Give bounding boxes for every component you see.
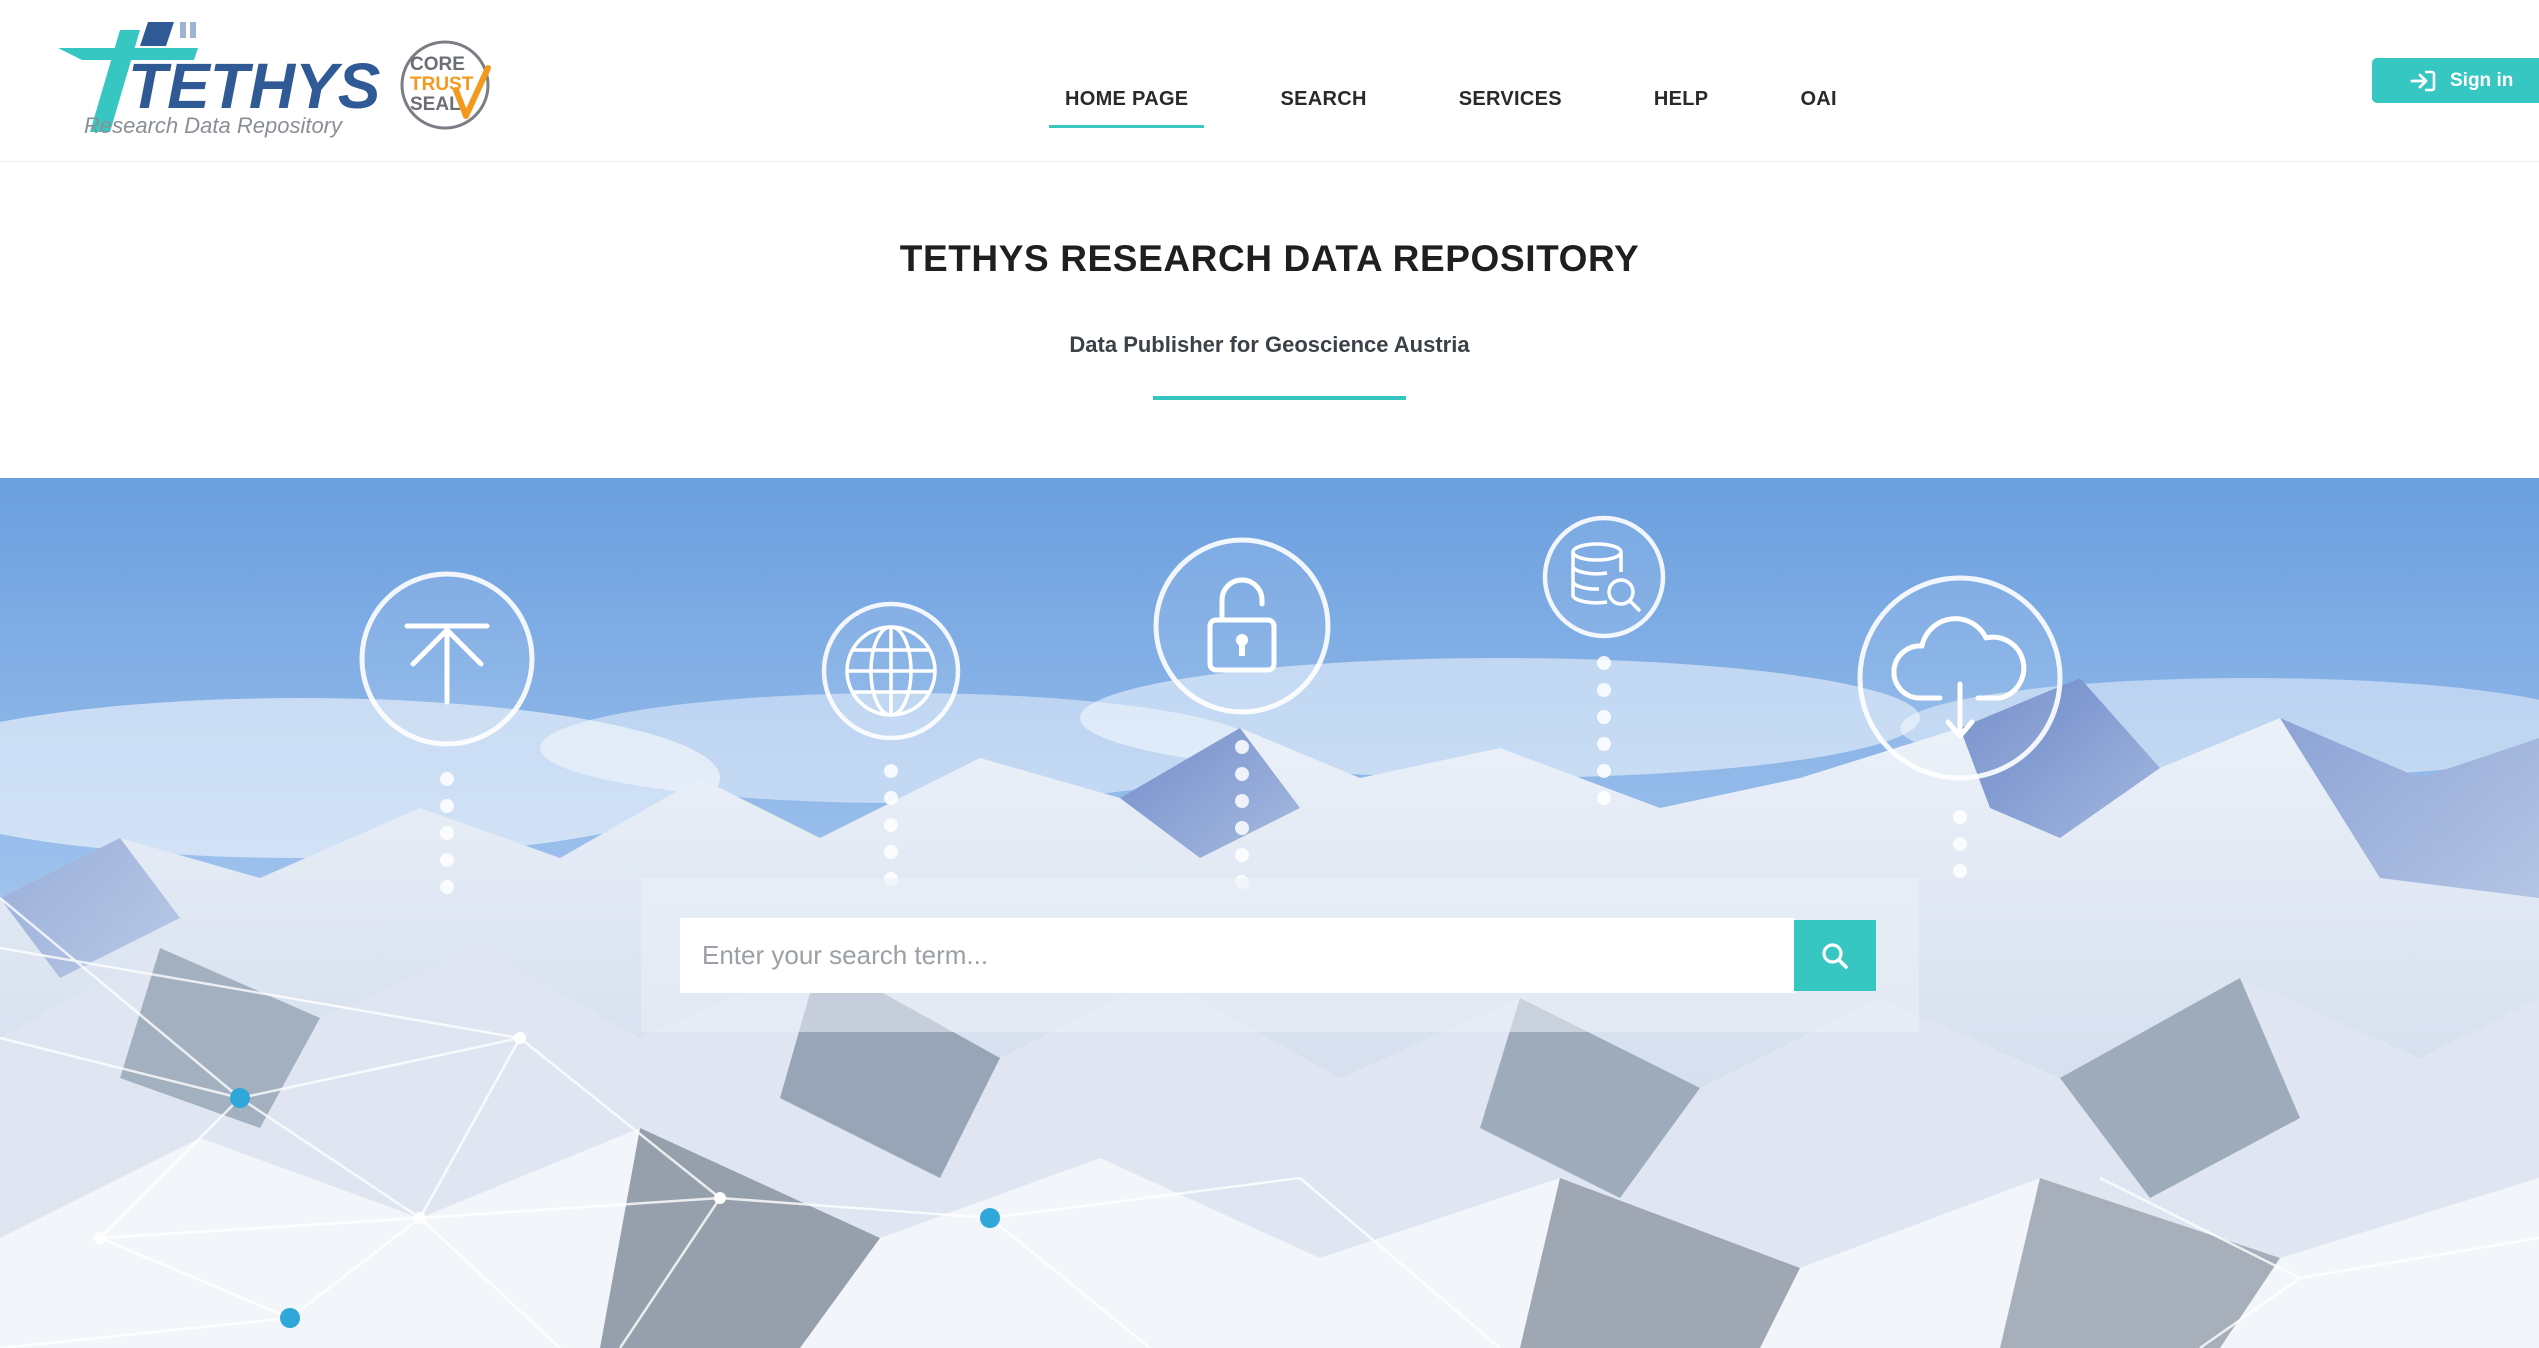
tethys-logo[interactable]: TETHYS Research Data Repository — [48, 20, 388, 140]
upload-icon — [359, 571, 535, 747]
search-input[interactable] — [680, 918, 1795, 993]
lock-icon — [1153, 537, 1331, 715]
page-title: TETHYS RESEARCH DATA REPOSITORY — [899, 238, 1640, 279]
logo-tagline: Research Data Repository — [84, 113, 344, 138]
connector-dots — [440, 772, 454, 907]
core-trust-seal-badge: CORE TRUST SEAL — [400, 40, 491, 130]
sign-in-button[interactable]: Sign in — [2372, 58, 2539, 103]
site-header: TETHYS Research Data Repository CORE TRU… — [0, 0, 2539, 162]
page-subtitle: Data Publisher for Geoscience Austria — [1069, 332, 1470, 357]
title-divider — [1153, 396, 1406, 400]
cloud-download-icon — [1857, 575, 2063, 781]
hero-banner — [0, 478, 2539, 1348]
svg-text:TRUST: TRUST — [410, 74, 474, 95]
nav-item-services[interactable]: SERVICES — [1443, 70, 1578, 128]
search-button[interactable] — [1794, 920, 1876, 991]
logo-wordmark: TETHYS — [128, 50, 381, 122]
globe-icon — [821, 601, 961, 741]
nav-item-home-page[interactable]: HOME PAGE — [1049, 70, 1205, 128]
sign-in-label: Sign in — [2450, 69, 2514, 91]
connector-dots — [1597, 656, 1611, 818]
nav-item-help[interactable]: HELP — [1638, 70, 1725, 128]
search-icon — [1822, 942, 1848, 969]
main-nav: HOME PAGE SEARCH SERVICES HELP OAI — [1049, 70, 1913, 130]
database-search-icon — [1542, 515, 1666, 639]
nav-item-search[interactable]: SEARCH — [1264, 70, 1382, 128]
svg-text:SEAL: SEAL — [410, 94, 461, 115]
connector-dots — [1953, 810, 1967, 891]
nav-item-oai[interactable]: OAI — [1784, 70, 1852, 128]
svg-text:CORE: CORE — [410, 54, 465, 75]
sign-in-icon — [2410, 70, 2436, 91]
